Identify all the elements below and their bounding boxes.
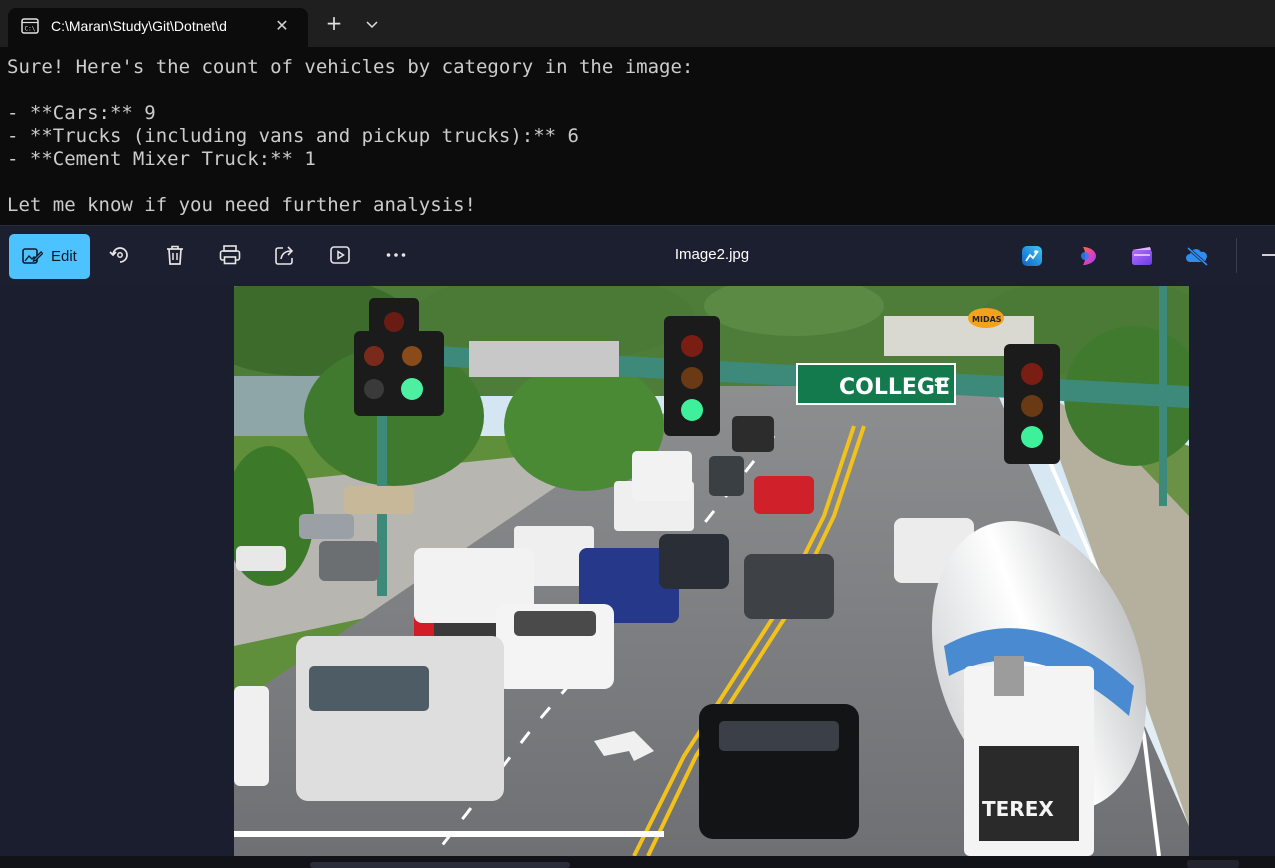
more-icon[interactable] — [384, 243, 408, 267]
terminal-line: - **Cars:** 9 — [7, 102, 156, 124]
clipchamp-icon[interactable] — [1130, 244, 1154, 268]
tab-title: C:\Maran\Study\Git\Dotnet\d — [51, 18, 227, 34]
displayed-photo: COLLEGE ST MIDAS TEREX — [234, 286, 1189, 856]
terminal-line: - **Trucks (including vans and pickup tr… — [7, 125, 579, 147]
filmstrip-scroll[interactable] — [310, 862, 570, 868]
terminal-output[interactable]: Sure! Here's the count of vehicles by ca… — [0, 47, 1275, 227]
designer-icon[interactable] — [1020, 244, 1044, 268]
toolbar-divider — [1236, 238, 1237, 273]
share-icon[interactable] — [273, 243, 297, 267]
street-sign-suffix: ST — [934, 376, 950, 389]
store-sign: MIDAS — [972, 315, 1002, 324]
zoom-control[interactable] — [1187, 860, 1239, 868]
chevron-down-icon[interactable] — [362, 14, 382, 34]
photos-bottom-bar — [0, 856, 1275, 868]
terminal-icon: C:\ — [21, 18, 39, 34]
svg-text:C:\: C:\ — [25, 26, 36, 33]
image-viewer[interactable]: COLLEGE ST MIDAS TEREX — [0, 285, 1275, 856]
terminal-line: - **Cement Mixer Truck:** 1 — [7, 148, 316, 170]
photos-window: Edit Image2.jpg COLLEGE ST MIDAS TEREX — [0, 225, 1275, 868]
traffic-light — [1004, 344, 1060, 464]
photos-toolbar: Edit Image2.jpg — [0, 226, 1275, 285]
edit-label: Edit — [51, 248, 77, 265]
edit-image-icon — [22, 248, 43, 264]
mixer-brand: TEREX — [982, 797, 1054, 821]
edit-button[interactable]: Edit — [9, 234, 90, 279]
terminal-line: Sure! Here's the count of vehicles by ca… — [7, 56, 694, 78]
onedrive-icon[interactable] — [1185, 244, 1209, 268]
minimize-button[interactable] — [1262, 254, 1275, 256]
terminal-titlebar: C:\ C:\Maran\Study\Git\Dotnet\d ✕ + — [0, 0, 1275, 47]
traffic-light — [664, 316, 720, 436]
rotate-icon[interactable] — [108, 243, 132, 267]
print-icon[interactable] — [218, 243, 242, 267]
slideshow-icon[interactable] — [328, 243, 352, 267]
new-tab-button[interactable]: + — [323, 13, 345, 35]
terminal-tab[interactable]: C:\ C:\Maran\Study\Git\Dotnet\d ✕ — [8, 8, 308, 47]
delete-icon[interactable] — [163, 243, 187, 267]
file-name: Image2.jpg — [674, 246, 750, 263]
terminal-line: Let me know if you need further analysis… — [7, 194, 476, 216]
close-tab-icon[interactable]: ✕ — [272, 16, 292, 35]
clipchamp-color-icon[interactable] — [1076, 244, 1100, 268]
